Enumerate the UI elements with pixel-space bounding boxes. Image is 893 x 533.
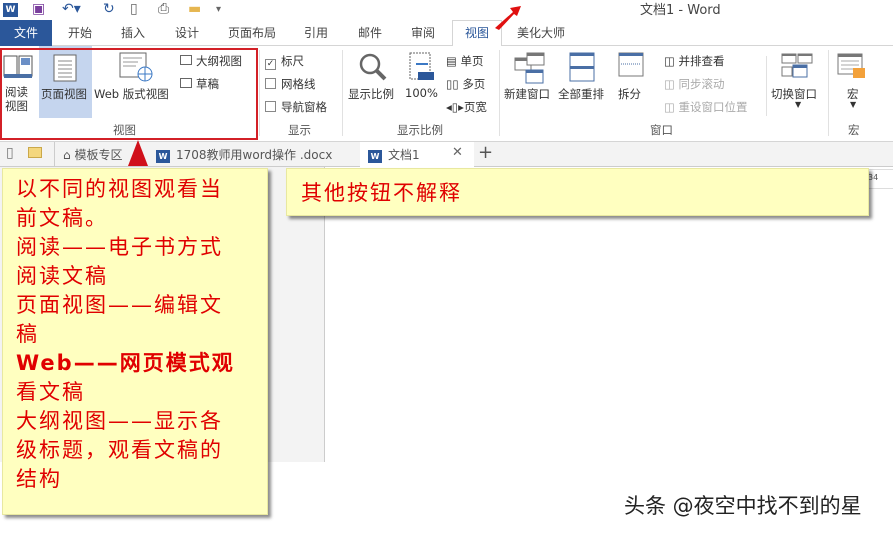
ribbon-tabs: 文件 开始 插入 设计 页面布局 引用 邮件 审阅 视图 美化大师 bbox=[0, 6, 893, 47]
red-arrow-up-icon bbox=[128, 140, 148, 166]
undo-icon[interactable]: ↶▾ bbox=[62, 1, 81, 17]
view-side-by-side-button[interactable]: ◫ 并排查看 bbox=[664, 53, 725, 69]
macro-icon bbox=[837, 53, 865, 78]
open-folder-icon[interactable] bbox=[28, 147, 42, 158]
highlight-box bbox=[0, 48, 258, 140]
nav-pane-checkbox[interactable]: 导航窗格 bbox=[265, 99, 327, 115]
zoom-button[interactable]: 显示比例 bbox=[348, 52, 400, 112]
group-label-show: 显示 bbox=[288, 123, 311, 137]
word-doc-icon: W bbox=[156, 150, 170, 163]
print-preview-icon[interactable]: ⎙ bbox=[158, 1, 169, 17]
annotation-note-views: 以不同的视图观看当 前文稿。 阅读——电子书方式 阅读文稿 页面视图——编辑文 … bbox=[2, 168, 268, 515]
customize-qat-icon[interactable]: ▾ bbox=[216, 4, 221, 15]
arrange-all-icon bbox=[569, 52, 595, 82]
one-page-icon: ▤ bbox=[446, 54, 461, 68]
page-width-button[interactable]: ◂▯▸页宽 bbox=[446, 99, 487, 115]
ruler-checkbox[interactable]: ✓ 标尺 bbox=[265, 53, 304, 70]
doc-tab-document1[interactable]: W 文档1 ✕ bbox=[360, 142, 474, 167]
doc-tab-teacher-docx[interactable]: W 1708教师用word操作 .docx bbox=[150, 142, 358, 166]
page-100-icon bbox=[409, 52, 434, 80]
tab-home[interactable]: 开始 bbox=[68, 24, 92, 41]
tab-layout[interactable]: 页面布局 bbox=[228, 24, 276, 41]
macros-button[interactable]: 宏 ▼ bbox=[836, 52, 870, 118]
redo-icon[interactable]: ↻ bbox=[103, 1, 115, 17]
tab-references[interactable]: 引用 bbox=[304, 24, 328, 41]
tab-review[interactable]: 审阅 bbox=[411, 24, 435, 41]
close-tab-icon[interactable]: ✕ bbox=[452, 145, 463, 160]
split-button[interactable]: 拆分 bbox=[616, 52, 646, 112]
group-label-macros: 宏 bbox=[848, 123, 860, 137]
split-icon bbox=[618, 52, 644, 77]
tab-design[interactable]: 设计 bbox=[175, 24, 199, 41]
home-icon: ⌂ bbox=[63, 148, 75, 162]
reset-position-icon: ◫ bbox=[664, 100, 679, 114]
watermark: 头条 @夜空中找不到的星 bbox=[624, 494, 862, 518]
dropdown-arrow-icon: ▼ bbox=[850, 100, 857, 109]
page-width-icon: ◂▯▸ bbox=[446, 100, 464, 114]
open-folder-icon[interactable]: ▬ bbox=[188, 1, 201, 17]
tab-insert[interactable]: 插入 bbox=[121, 24, 145, 41]
new-file-icon[interactable]: ▯ bbox=[6, 145, 14, 161]
one-page-button[interactable]: ▤ 单页 bbox=[446, 53, 484, 69]
reset-window-position-button[interactable]: ◫ 重设窗口位置 bbox=[664, 99, 748, 115]
new-document-icon[interactable]: ▯ bbox=[130, 1, 138, 17]
side-by-side-icon: ◫ bbox=[664, 54, 679, 68]
add-tab-icon[interactable]: + bbox=[478, 142, 493, 163]
switch-windows-icon bbox=[781, 53, 813, 78]
sync-scroll-icon: ◫ bbox=[664, 77, 679, 91]
multiple-pages-icon: ▯▯ bbox=[446, 77, 463, 91]
new-window-icon bbox=[514, 52, 545, 84]
group-label-zoom: 显示比例 bbox=[397, 123, 443, 137]
zoom-100-button[interactable]: 100% bbox=[404, 52, 440, 112]
window-title: 文档1 - Word bbox=[640, 3, 721, 18]
checkmark-icon: ✓ bbox=[265, 59, 276, 70]
word-doc-icon: W bbox=[368, 150, 382, 163]
red-arrow-pointer-icon bbox=[495, 6, 521, 30]
quick-access-toolbar: W ▣ ↶▾ ↻ ▯ ⎙ ▬ ▾ bbox=[0, 0, 260, 20]
arrange-all-button[interactable]: 全部重排 bbox=[558, 52, 610, 112]
tab-file[interactable]: 文件 bbox=[0, 20, 52, 46]
tab-mailings[interactable]: 邮件 bbox=[358, 24, 382, 41]
sync-scroll-button[interactable]: ◫ 同步滚动 bbox=[664, 76, 725, 92]
switch-windows-button[interactable]: 切换窗口 ▼ bbox=[771, 52, 825, 118]
multiple-pages-button[interactable]: ▯▯ 多页 bbox=[446, 76, 485, 92]
save-icon[interactable]: ▣ bbox=[32, 1, 45, 17]
annotation-note-others: 其他按钮不解释 bbox=[286, 168, 869, 216]
new-window-button[interactable]: 新建窗口 bbox=[504, 52, 556, 112]
tab-beautify[interactable]: 美化大师 bbox=[517, 24, 565, 41]
magnifier-icon bbox=[359, 53, 387, 81]
gridlines-checkbox[interactable]: 网格线 bbox=[265, 76, 316, 92]
word-logo-icon: W bbox=[3, 3, 18, 17]
group-label-window: 窗口 bbox=[650, 123, 673, 137]
dropdown-arrow-icon: ▼ bbox=[795, 100, 802, 109]
